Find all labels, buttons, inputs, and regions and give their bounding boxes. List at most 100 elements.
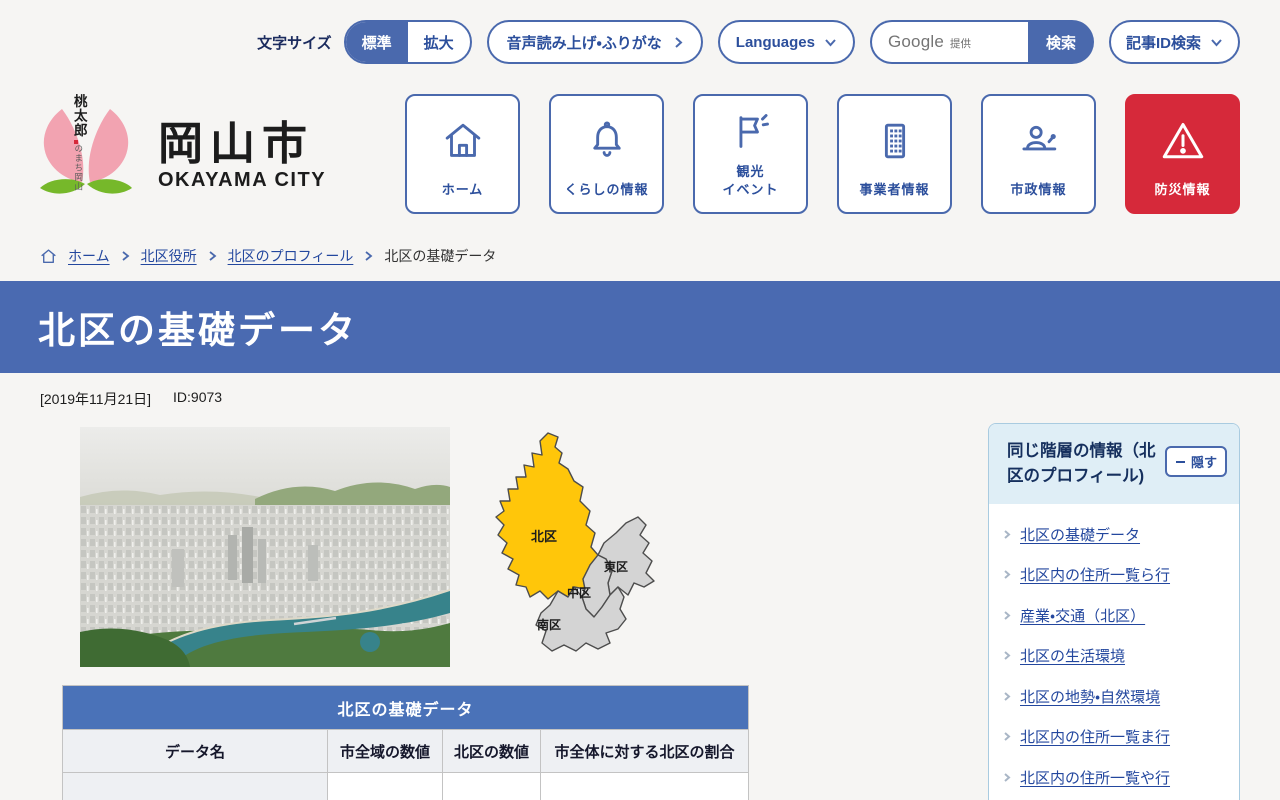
article-id-search-label: 記事ID検索 [1125,34,1201,52]
list-item: 北区の基礎データ [1003,516,1223,557]
table-cell [540,772,749,800]
breadcrumb-home-link[interactable]: ホーム [68,246,110,266]
nav-business-info-button[interactable]: 事業者情報 [837,94,952,214]
ward-kita-shape[interactable] [495,432,599,600]
publish-date: [2019年11月21日] [40,391,152,407]
table-caption: 北区の基礎データ [62,685,749,730]
logo-text: 岡山市 OKAYAMA CITY [158,117,327,198]
table-header-kita-value: 北区の数値 [442,729,541,773]
utility-bar: 文字サイズ 標準 拡大 音声読み上げ・ふりがな Languages Google… [0,0,1280,64]
nav-tourism-events-label: 観光 イベント [722,163,779,197]
page-meta: [2019年11月21日] ID:9073 [0,373,1280,413]
table-header-city-total: 市全域の数値 [327,729,443,773]
breadcrumb-current-page: 北区の基礎データ [384,248,497,264]
ward-label-minami: 南区 [537,617,561,632]
aerial-city-photo [80,427,450,667]
article-id: ID:9073 [173,389,223,405]
sidebar-title: 同じ階層の情報（北区のプロフィール) [1007,442,1156,485]
voice-reading-button[interactable]: 音声読み上げ・ふりがな [486,20,703,64]
nav-business-info-label: 事業者情報 [859,181,930,197]
chevron-down-icon [825,38,836,46]
breadcrumb-kitaku-office-link[interactable]: 北区役所 [141,246,197,266]
logo-tagline-large: 桃太郎 [71,94,87,138]
peach-logo-icon: 桃太郎 のまち岡山 [38,94,134,198]
chevron-right-icon [1004,732,1011,741]
languages-label: Languages [735,33,815,51]
nav-city-government-button[interactable]: 市政情報 [981,94,1096,214]
list-item: 北区内の住所一覧ま行 [1003,718,1223,759]
chevron-right-icon [122,251,130,261]
font-size-large-button[interactable]: 拡大 [408,22,470,62]
chevron-right-icon [1004,691,1011,701]
chevron-down-icon [1211,38,1222,46]
chevron-right-icon [1004,529,1011,539]
breadcrumb-kitaku-profile-link[interactable]: 北区のプロフィール [228,246,354,266]
chevron-right-icon [675,36,683,48]
list-item: 北区内の住所一覧や行 [1003,759,1223,800]
okayama-city-logo[interactable]: 桃太郎 のまち岡山 岡山市 OKAYAMA CITY [38,94,326,198]
nav-home-label: ホーム [441,181,484,197]
voice-reading-label: 音声読み上げ・ふりがな [506,34,662,52]
nav-city-government-label: 市政情報 [1010,181,1067,197]
font-size-toggle: 標準 拡大 [343,20,472,64]
list-item: 北区内の住所一覧ら行 [1003,556,1223,597]
main-area: 北区 中区 東区 南区 北区の基礎データ データ名 市全域の数値 北区の数値 市… [0,413,1280,800]
chevron-right-icon [1004,610,1011,620]
nav-living-info-button[interactable]: くらしの情報 [549,94,664,214]
home-icon [440,96,486,181]
home-icon [40,248,57,265]
font-size-standard-button[interactable]: 標準 [345,22,408,62]
building-icon [872,96,918,181]
list-item: 北区の地勢・自然環境 [1003,678,1223,719]
nav-tourism-events-button[interactable]: 観光 イベント [693,94,808,214]
nav-disaster-info-label: 防災情報 [1154,181,1211,197]
ward-label-higashi: 東区 [604,559,628,574]
languages-button[interactable]: Languages [717,20,855,64]
sidebar-link-living-environment[interactable]: 北区の生活環境 [1020,646,1125,669]
hide-sidebar-button[interactable]: 隠す [1164,446,1227,477]
table-header-kita-ratio: 市全体に対する北区の割合 [540,729,749,773]
table-row [62,772,749,800]
nav-living-info-label: くらしの情報 [564,181,649,197]
bell-icon [584,96,630,181]
minus-icon [1175,460,1185,463]
sidebar-link-industry-transport[interactable]: 産業・交通（北区） [1020,606,1145,629]
sidebar-link-address-ra[interactable]: 北区内の住所一覧ら行 [1020,565,1170,588]
ward-label-kita: 北区 [531,529,557,544]
kita-basic-data-table: 北区の基礎データ データ名 市全域の数値 北区の数値 市全体に対する北区の割合 [62,685,749,800]
ward-map: 北区 中区 東区 南区 [486,429,666,661]
table-header-data-name: データ名 [62,729,328,773]
media-row: 北区 中区 東区 南区 [40,427,988,667]
nav-home-button[interactable]: ホーム [405,94,520,214]
hide-button-label: 隠す [1190,455,1217,470]
sidebar-link-address-ya[interactable]: 北区内の住所一覧や行 [1020,768,1170,791]
city-name: 岡山市 [158,117,315,169]
same-level-sidebar: 同じ階層の情報（北区のプロフィール) 隠す 北区の基礎データ 北区内の住所一覧ら… [988,423,1240,800]
main-navigation: ホーム くらしの情報 観光 イベント 事業者情報 市政情報 防災情報 [405,94,1240,214]
city-name-en: OKAYAMA CITY [158,169,327,191]
search-button[interactable]: 検索 [1027,20,1094,64]
font-size-label: 文字サイズ [257,34,332,52]
site-search: Google 提供 検索 [869,20,1094,64]
chevron-right-icon [365,251,373,261]
ward-label-naka: 中区 [567,585,591,600]
sidebar-link-address-ma[interactable]: 北区内の住所一覧ま行 [1020,727,1170,750]
chevron-right-icon [209,251,217,261]
reception-icon [1016,96,1062,181]
chevron-right-icon [1004,570,1011,579]
table-cell [442,772,541,800]
page-title-banner: 北区の基礎データ [0,281,1280,373]
flag-icon [728,96,774,163]
search-input[interactable] [871,22,1028,62]
breadcrumb: ホーム 北区役所 北区のプロフィール 北区の基礎データ [0,214,1280,281]
table-cell [62,772,328,800]
table-cell [327,772,443,800]
nav-disaster-info-button[interactable]: 防災情報 [1125,94,1240,214]
list-item: 北区の生活環境 [1003,637,1223,678]
sidebar-link-kita-basic-data[interactable]: 北区の基礎データ [1020,525,1140,548]
page-title: 北区の基礎データ [38,310,358,351]
sidebar-link-terrain-nature[interactable]: 北区の地勢・自然環境 [1020,687,1160,710]
article-id-search-button[interactable]: 記事ID検索 [1108,20,1240,64]
chevron-right-icon [1004,651,1011,660]
search-field[interactable]: Google 提供 [869,20,1028,64]
